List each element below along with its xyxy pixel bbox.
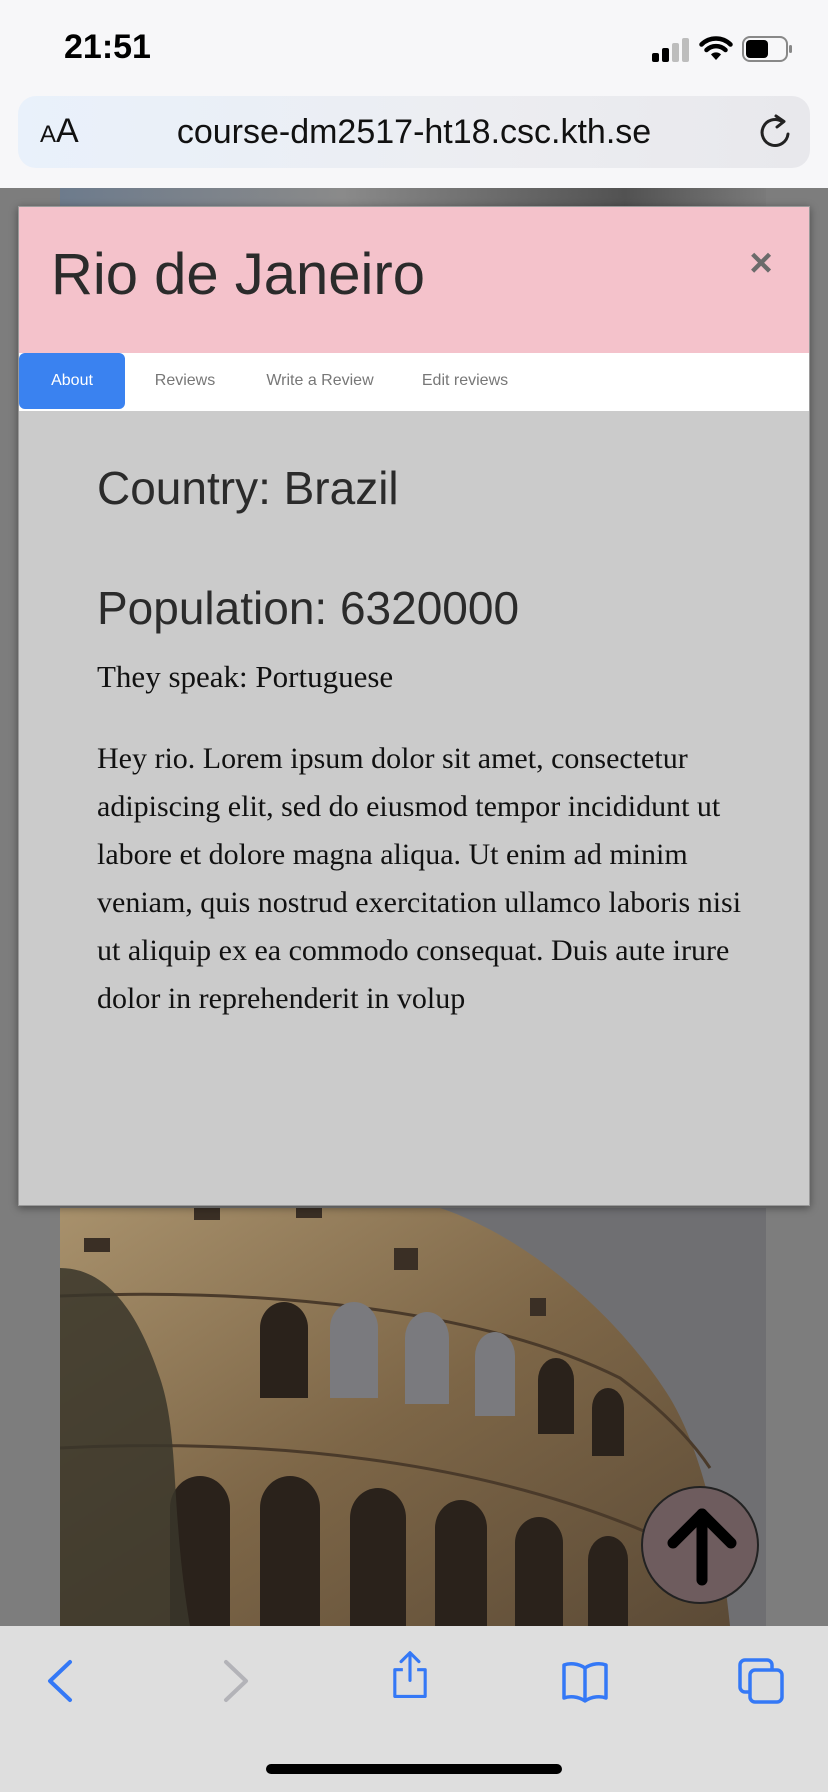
share-icon[interactable] bbox=[385, 1650, 435, 1700]
cellular-signal-icon bbox=[652, 38, 690, 62]
tab-write-review[interactable]: Write a Review bbox=[245, 353, 395, 409]
city-description: Hey rio. Lorem ipsum dolor sit amet, con… bbox=[97, 742, 742, 1015]
city-modal: Rio de Janeiro × About Reviews Write a R… bbox=[18, 206, 810, 1206]
scroll-top-button[interactable] bbox=[641, 1486, 759, 1604]
modal-title: Rio de Janeiro bbox=[51, 242, 425, 307]
tab-about[interactable]: About bbox=[19, 353, 125, 409]
tabs-icon[interactable] bbox=[736, 1656, 786, 1706]
home-indicator bbox=[266, 1764, 562, 1774]
forward-icon[interactable] bbox=[210, 1656, 260, 1706]
battery-icon bbox=[742, 36, 792, 62]
status-time: 21:51 bbox=[64, 28, 151, 66]
bookmarks-icon[interactable] bbox=[560, 1656, 610, 1706]
close-icon[interactable]: × bbox=[741, 243, 781, 283]
url-text[interactable]: course-dm2517-ht18.csc.kth.se bbox=[18, 113, 810, 152]
reload-icon[interactable] bbox=[756, 112, 796, 152]
tab-reviews[interactable]: Reviews bbox=[125, 353, 245, 409]
country-heading: Country: Brazil bbox=[97, 462, 399, 514]
address-bar-area: AA course-dm2517-ht18.csc.kth.se bbox=[0, 96, 828, 188]
language-text: They speak: Portuguese bbox=[97, 659, 394, 694]
tab-edit-reviews[interactable]: Edit reviews bbox=[395, 353, 535, 409]
back-icon[interactable] bbox=[36, 1656, 86, 1706]
arrow-up-icon bbox=[667, 1508, 737, 1586]
address-bar[interactable]: AA course-dm2517-ht18.csc.kth.se bbox=[18, 96, 810, 168]
population-heading: Population: 6320000 bbox=[97, 582, 520, 634]
modal-header: Rio de Janeiro × bbox=[19, 207, 809, 353]
modal-tabs: About Reviews Write a Review Edit review… bbox=[19, 353, 809, 411]
wifi-icon bbox=[699, 36, 733, 60]
status-bar: 21:51 bbox=[0, 0, 828, 96]
background-image-top bbox=[60, 188, 766, 208]
